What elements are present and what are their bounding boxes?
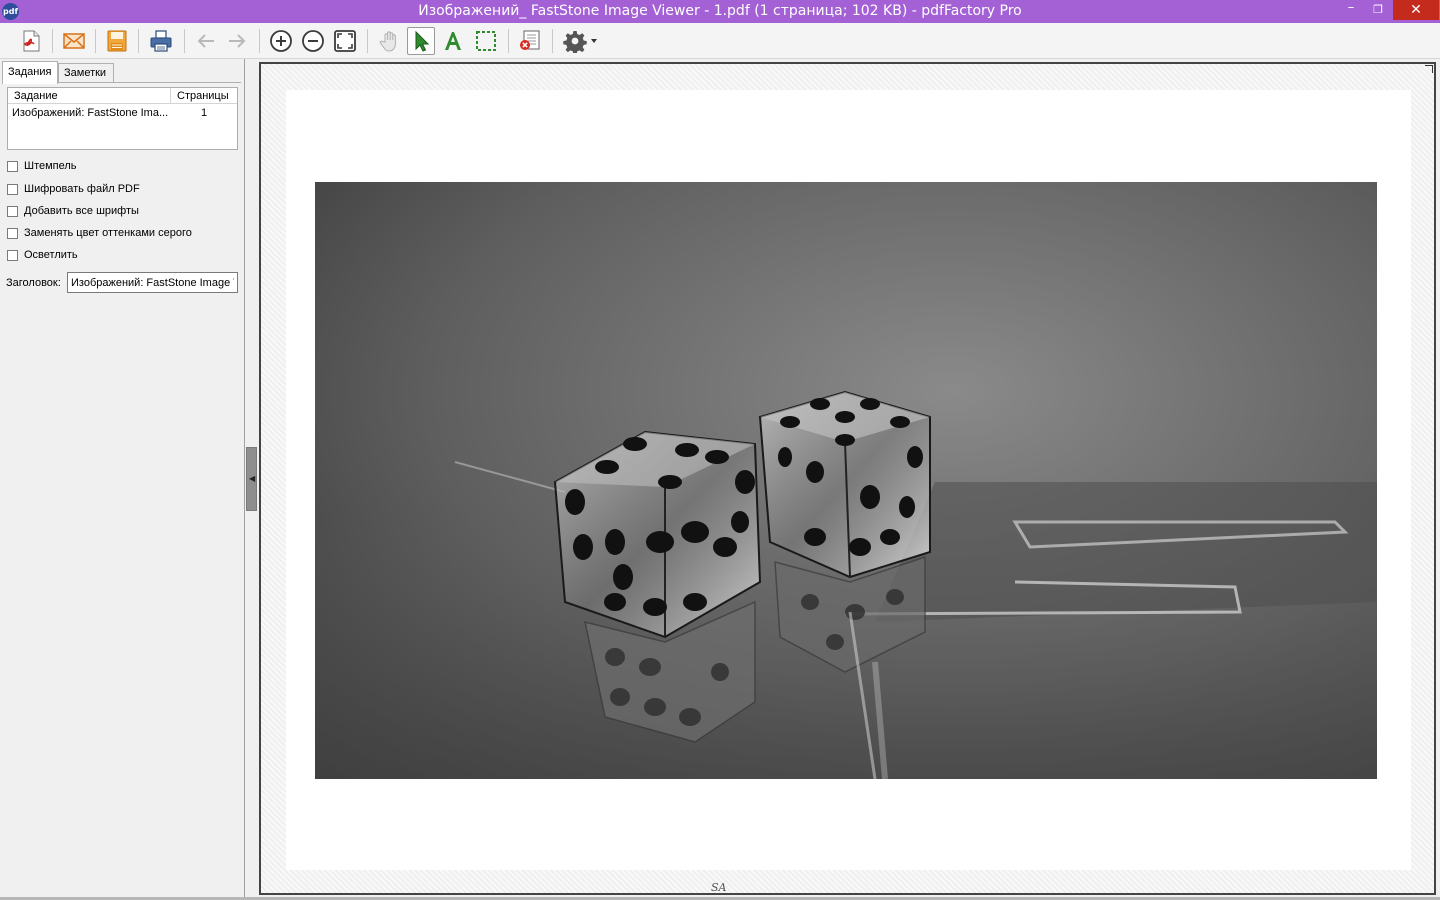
checkbox-label: Осветлить (24, 249, 78, 261)
select-tool-button[interactable] (407, 27, 435, 55)
print-button[interactable] (147, 27, 175, 55)
toolbar-separator (138, 29, 139, 53)
zoom-out-icon (302, 30, 324, 52)
checkbox-label: Добавить все шрифты (24, 205, 139, 217)
gear-icon (563, 31, 597, 53)
column-header-job[interactable]: Задание (8, 88, 171, 104)
column-header-pages[interactable]: Страницы (171, 88, 237, 104)
corner-resize-icon (1425, 65, 1433, 73)
arrow-left-icon (197, 34, 214, 48)
title-field-label: Заголовок: (6, 277, 61, 289)
cursor-arrow-icon (415, 30, 430, 52)
collapse-arrow-icon: ◀ (249, 474, 256, 483)
title-bar: pdf Изображений_ FastStone Image Viewer … (0, 0, 1440, 23)
zoom-out-button[interactable] (299, 27, 327, 55)
delete-page-button[interactable] (516, 27, 544, 55)
watermark-text: SA (711, 881, 727, 894)
envelope-icon (63, 33, 85, 49)
email-button[interactable] (60, 27, 88, 55)
toolbar-separator (552, 29, 553, 53)
checkbox-label: Шифровать файл PDF (24, 183, 140, 195)
checkbox-box[interactable] (7, 183, 18, 195)
save-pdf-button[interactable] (17, 27, 45, 55)
dice-photo (315, 182, 1377, 779)
lighten-checkbox[interactable]: Осветлить (7, 248, 78, 262)
embed-fonts-checkbox[interactable]: Добавить все шрифты (7, 204, 139, 218)
back-button[interactable] (192, 27, 220, 55)
job-pages-cell: 1 (201, 107, 208, 119)
grayscale-checkbox[interactable]: Заменять цвет оттенками серого (7, 226, 192, 240)
maximize-button[interactable]: ❐ (1366, 0, 1390, 20)
toolbar-separator (52, 29, 53, 53)
tab-tasks[interactable]: Задания (2, 61, 58, 84)
marquee-select-icon (476, 31, 496, 51)
checkbox-box[interactable] (7, 160, 18, 172)
panel-splitter-handle[interactable]: ◀ (246, 447, 257, 511)
zoom-in-button[interactable] (267, 27, 295, 55)
forward-button[interactable] (223, 27, 251, 55)
left-panel: Задания Заметки Задание Страницы Изображ… (0, 59, 245, 900)
hand-icon (379, 31, 396, 52)
checkbox-box[interactable] (7, 227, 18, 239)
title-field[interactable] (67, 272, 238, 293)
pdf-page (286, 90, 1411, 870)
checkbox-label: Заменять цвет оттенками серого (24, 227, 192, 239)
minimize-button[interactable]: – (1338, 0, 1364, 20)
text-tool-button[interactable] (439, 27, 467, 55)
document-viewer[interactable] (259, 62, 1436, 895)
zoom-in-icon (270, 30, 292, 52)
area-select-button[interactable] (472, 27, 500, 55)
toolbar-separator (508, 29, 509, 53)
checkbox-box[interactable] (7, 249, 18, 261)
dice-image (315, 182, 1377, 779)
table-row[interactable]: Изображений: FastStone Ima... 1 (8, 106, 237, 122)
tab-notes[interactable]: Заметки (58, 63, 114, 82)
fit-page-icon (334, 30, 356, 52)
hand-tool-button[interactable] (376, 27, 404, 55)
checkbox-label: Штемпель (24, 160, 77, 172)
pdf-file-icon (23, 30, 40, 52)
save-button[interactable] (103, 27, 131, 55)
stamp-checkbox[interactable]: Штемпель (7, 159, 77, 173)
fit-page-button[interactable] (331, 27, 359, 55)
printer-icon (150, 30, 172, 52)
toolbar (0, 23, 1440, 59)
toolbar-separator (184, 29, 185, 53)
toolbar-separator (367, 29, 368, 53)
save-disk-icon (107, 30, 127, 52)
toolbar-separator (259, 29, 260, 53)
toolbar-separator (95, 29, 96, 53)
arrow-right-icon (229, 34, 246, 48)
text-a-icon (445, 32, 461, 50)
job-list[interactable]: Задание Страницы Изображений: FastStone … (7, 87, 238, 150)
checkbox-box[interactable] (7, 205, 18, 217)
job-name-cell: Изображений: FastStone Ima... (12, 107, 169, 119)
delete-page-icon (520, 30, 540, 50)
job-list-header: Задание Страницы (8, 88, 237, 104)
encrypt-pdf-checkbox[interactable]: Шифровать файл PDF (7, 182, 140, 196)
settings-dropdown-button[interactable] (560, 27, 600, 55)
close-button[interactable]: ✕ (1393, 0, 1439, 20)
window-title: Изображений_ FastStone Image Viewer - 1.… (418, 3, 1022, 19)
